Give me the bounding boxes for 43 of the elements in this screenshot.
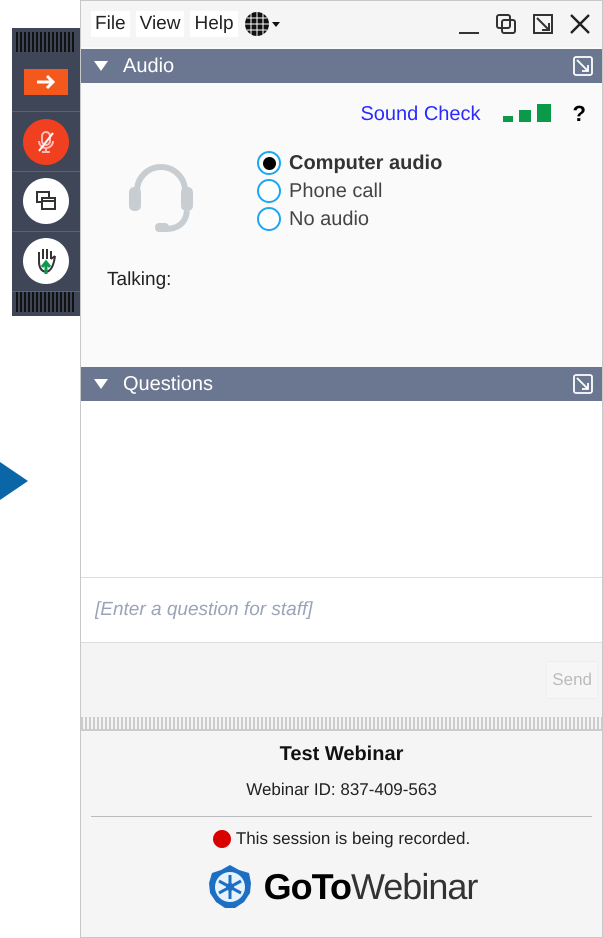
microphone-button[interactable] [23, 118, 69, 165]
globe-icon [244, 11, 280, 37]
help-button[interactable]: ? [572, 101, 586, 127]
restore-icon[interactable] [494, 12, 518, 36]
radio-option[interactable]: Phone call [257, 179, 442, 203]
collapse-button[interactable] [24, 68, 68, 95]
close-icon[interactable] [568, 12, 592, 36]
muted-microphone-icon [35, 130, 57, 154]
panel-header[interactable]: Audio [81, 49, 602, 83]
drag-handle[interactable] [16, 32, 76, 52]
pointer-arrow-icon [0, 462, 28, 500]
talking-label: Talking: [107, 269, 172, 291]
radio-option[interactable]: No audio [257, 207, 442, 231]
webinar-id: Webinar ID: 837-409-563 [246, 780, 437, 800]
webinar-title: Test Webinar [280, 743, 404, 766]
question-input-field[interactable]: [Enter a question for staff] [81, 577, 602, 643]
windows-icon [35, 190, 57, 212]
option-label: Phone call [289, 180, 382, 202]
menu-item[interactable]: View [136, 11, 184, 37]
signal-bars-icon [502, 104, 551, 124]
menu-item[interactable]: Help [190, 11, 238, 37]
drag-handle[interactable] [16, 292, 76, 312]
caret-down-icon [93, 378, 109, 390]
screen-button[interactable] [23, 178, 69, 224]
caret-down-icon [93, 60, 109, 72]
radio-button[interactable] [257, 207, 281, 231]
panel-title: Audio [123, 54, 174, 78]
option-label: Computer audio [289, 152, 442, 174]
logo-wordmark: GoToWebinar [264, 866, 478, 908]
panel-header[interactable]: Questions [81, 367, 602, 401]
radio-button[interactable] [257, 151, 281, 175]
radio-button[interactable] [257, 179, 281, 203]
resize-grip[interactable] [81, 717, 602, 731]
raise-hand-button[interactable] [23, 238, 69, 284]
menu-item[interactable]: File [91, 11, 130, 37]
undock-icon[interactable] [531, 12, 555, 36]
recording-notice: This session is being recorded. [236, 829, 470, 849]
language-button[interactable] [244, 11, 280, 37]
panel-title: Questions [123, 372, 214, 396]
option-label: No audio [289, 208, 370, 230]
radio-option[interactable]: Computer audio [257, 151, 442, 175]
arrow-right-icon [34, 74, 58, 90]
sound-check-link[interactable]: Sound Check [360, 102, 481, 126]
